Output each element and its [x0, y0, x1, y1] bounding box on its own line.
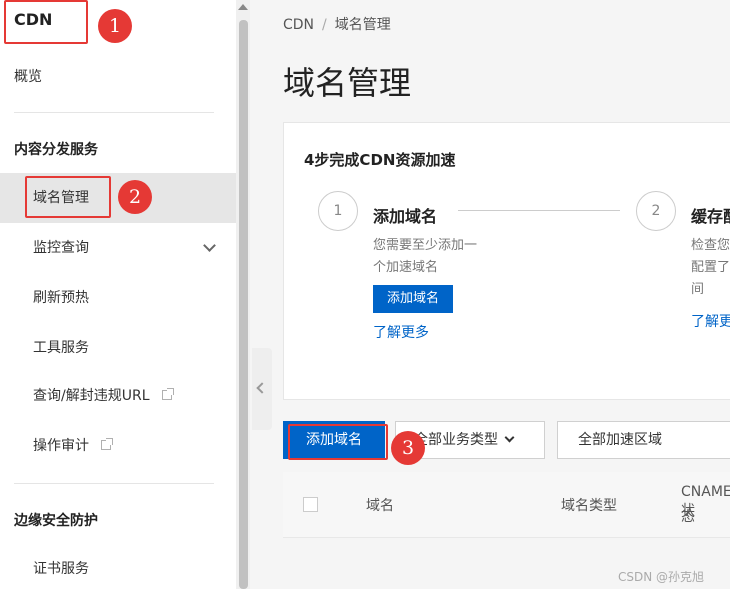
step-2-desc-line: 配置了	[691, 260, 730, 275]
step-2-title: 缓存配	[691, 207, 730, 226]
business-type-value: 全部业务类型	[414, 432, 498, 448]
annotation-box-3	[288, 424, 388, 460]
sidebar-item-label: 监控查询	[33, 240, 89, 256]
sidebar-item-label: 刷新预热	[33, 290, 89, 306]
step-2-desc-line: 间	[691, 282, 705, 297]
sidebar-item-audit[interactable]: 操作审计	[0, 421, 236, 471]
table-header: 域名 域名类型 CNAME状 态	[283, 472, 730, 538]
page-title: 域名管理	[283, 64, 412, 102]
annotation-badge-1: 1	[98, 9, 132, 43]
step-2-description: 检查您 配置了 间	[691, 235, 730, 301]
breadcrumb-root[interactable]: CDN	[283, 17, 314, 33]
step-connector	[458, 210, 620, 211]
step-1-title: 添加域名	[373, 207, 438, 226]
sidebar-item-overview[interactable]: 概览	[0, 52, 236, 102]
external-link-icon	[161, 388, 174, 400]
step-1-number: 1	[318, 191, 358, 231]
chevron-down-icon	[504, 432, 515, 443]
sidebar-item-label: 概览	[14, 69, 42, 85]
step-1-description: 您需要至少添加一 个加速域名	[373, 235, 477, 279]
region-select[interactable]: 全部加速区域	[557, 421, 730, 459]
sidebar-item-label: 查询/解封违规URL	[33, 388, 150, 404]
sidebar-item-refresh[interactable]: 刷新预热	[0, 273, 236, 323]
sidebar: CDN 概览 内容分发服务 域名管理 监控查询 刷新预热 工具服务 查询/解封违…	[0, 0, 236, 589]
annotation-box-1	[4, 0, 88, 44]
select-all-checkbox[interactable]	[303, 497, 318, 512]
sidebar-collapse-button[interactable]	[252, 348, 272, 430]
column-header-domain-type: 域名类型	[561, 498, 617, 514]
sidebar-item-label: 操作审计	[33, 438, 89, 454]
step-2-desc-line: 检查您	[691, 238, 730, 253]
scroll-up-arrow-icon[interactable]	[238, 4, 248, 10]
step-2-number: 2	[636, 191, 676, 231]
sidebar-item-label: 工具服务	[33, 340, 89, 356]
scrollbar-thumb[interactable]	[239, 20, 248, 589]
column-header-domain: 域名	[366, 498, 394, 514]
sidebar-item-violation-url[interactable]: 查询/解封违规URL	[0, 371, 236, 421]
breadcrumb-separator: /	[322, 17, 327, 33]
breadcrumb: CDN / 域名管理	[283, 14, 391, 34]
sidebar-item-tools[interactable]: 工具服务	[0, 323, 236, 373]
guide-title: 4步完成CDN资源加速	[304, 151, 456, 169]
step-1-learn-more-link[interactable]: 了解更多	[373, 322, 429, 342]
chevron-down-icon	[203, 239, 216, 252]
step-1-add-domain-button[interactable]: 添加域名	[373, 285, 453, 313]
onboarding-guide-card: 4步完成CDN资源加速 1 添加域名 您需要至少添加一 个加速域名 添加域名 了…	[283, 122, 730, 400]
annotation-badge-3: 3	[391, 431, 425, 465]
breadcrumb-current: 域名管理	[334, 17, 391, 33]
column-header-cname-status-wrap: 态	[681, 509, 695, 525]
external-link-icon	[101, 438, 114, 450]
step-2-learn-more-link[interactable]: 了解更	[691, 311, 730, 331]
chevron-left-icon	[256, 382, 268, 394]
sidebar-divider	[14, 483, 214, 484]
region-value: 全部加速区域	[578, 432, 662, 448]
step-1-desc-line: 个加速域名	[373, 260, 439, 275]
sidebar-divider	[14, 112, 214, 113]
sidebar-group-cdn: 内容分发服务	[14, 142, 98, 158]
sidebar-item-label: 证书服务	[33, 561, 89, 577]
sidebar-item-monitoring[interactable]: 监控查询	[0, 223, 236, 273]
sidebar-item-certificates[interactable]: 证书服务	[0, 544, 236, 589]
annotation-badge-2: 2	[118, 180, 152, 214]
watermark: CSDN @孙克旭	[618, 570, 705, 584]
annotation-box-2	[25, 176, 111, 218]
step-1-desc-line: 您需要至少添加一	[373, 238, 478, 253]
sidebar-group-security: 边缘安全防护	[14, 513, 98, 529]
